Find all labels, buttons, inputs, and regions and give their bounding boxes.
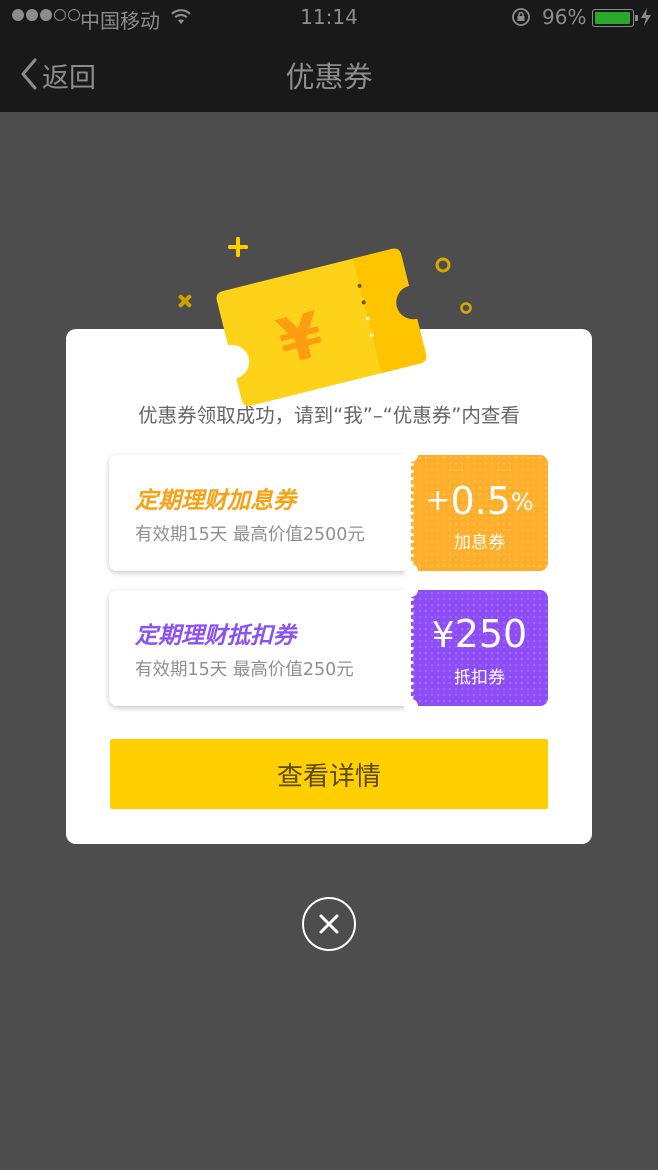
coupon-description: 有效期15天 最高价值250元 — [135, 660, 354, 680]
coupon-type-label: 加息券 — [454, 533, 505, 553]
coupon-value-panel: +0.5% 加息券 — [410, 455, 548, 571]
coupon-info: 定期理财抵扣券 有效期15天 最高价值250元 — [109, 590, 411, 706]
battery-percent: 96% — [542, 5, 587, 29]
battery-level — [595, 12, 630, 24]
close-icon — [304, 914, 354, 953]
coupon-value: +0.5% — [411, 479, 548, 523]
view-details-button[interactable]: 查看详情 — [110, 739, 548, 809]
close-button[interactable] — [302, 897, 356, 951]
value-suffix: % — [510, 488, 534, 516]
coupon-description: 有效期15天 最高价值2500元 — [135, 525, 365, 545]
coupon-type-label: 抵扣券 — [454, 668, 505, 688]
coupon-info: 定期理财加息券 有效期15天 最高价值2500元 — [109, 455, 411, 571]
coupon-value-panel: ¥250 抵扣券 — [410, 590, 548, 706]
sparkle-ring-icon — [435, 257, 451, 273]
sparkle-plus-icon — [228, 237, 248, 257]
charging-bolt-icon — [640, 7, 652, 32]
ticket-notch — [404, 564, 418, 578]
rotation-lock-icon — [511, 7, 531, 32]
value-number: 0.5 — [450, 479, 511, 523]
ticket-notch — [404, 448, 418, 462]
coupon-value: ¥250 — [411, 612, 548, 656]
coupon-card-deduction[interactable]: 定期理财抵扣券 有效期15天 最高价值250元 ¥250 抵扣券 — [109, 583, 548, 713]
page-title: 优惠券 — [285, 60, 373, 94]
coupon-ticket-illustration: ¥ — [160, 228, 500, 438]
battery-icon — [592, 9, 638, 27]
ticket-notch — [404, 583, 418, 597]
coupon-card-interest[interactable]: 定期理财加息券 有效期15天 最高价值2500元 +0.5% 加息券 — [109, 448, 548, 578]
coupon-title: 定期理财抵扣券 — [135, 623, 296, 649]
sparkle-x-icon — [178, 294, 192, 308]
value-number: 250 — [454, 612, 528, 656]
value-prefix: ¥ — [431, 615, 455, 656]
sparkle-ring-icon — [460, 302, 472, 314]
navigation-bar: 返回 优惠券 — [0, 36, 658, 112]
status-bar: 中国移动 11:14 96% — [0, 0, 658, 36]
ticket-notch — [404, 699, 418, 713]
value-prefix: + — [425, 483, 451, 518]
coupon-title: 定期理财加息券 — [135, 488, 296, 514]
